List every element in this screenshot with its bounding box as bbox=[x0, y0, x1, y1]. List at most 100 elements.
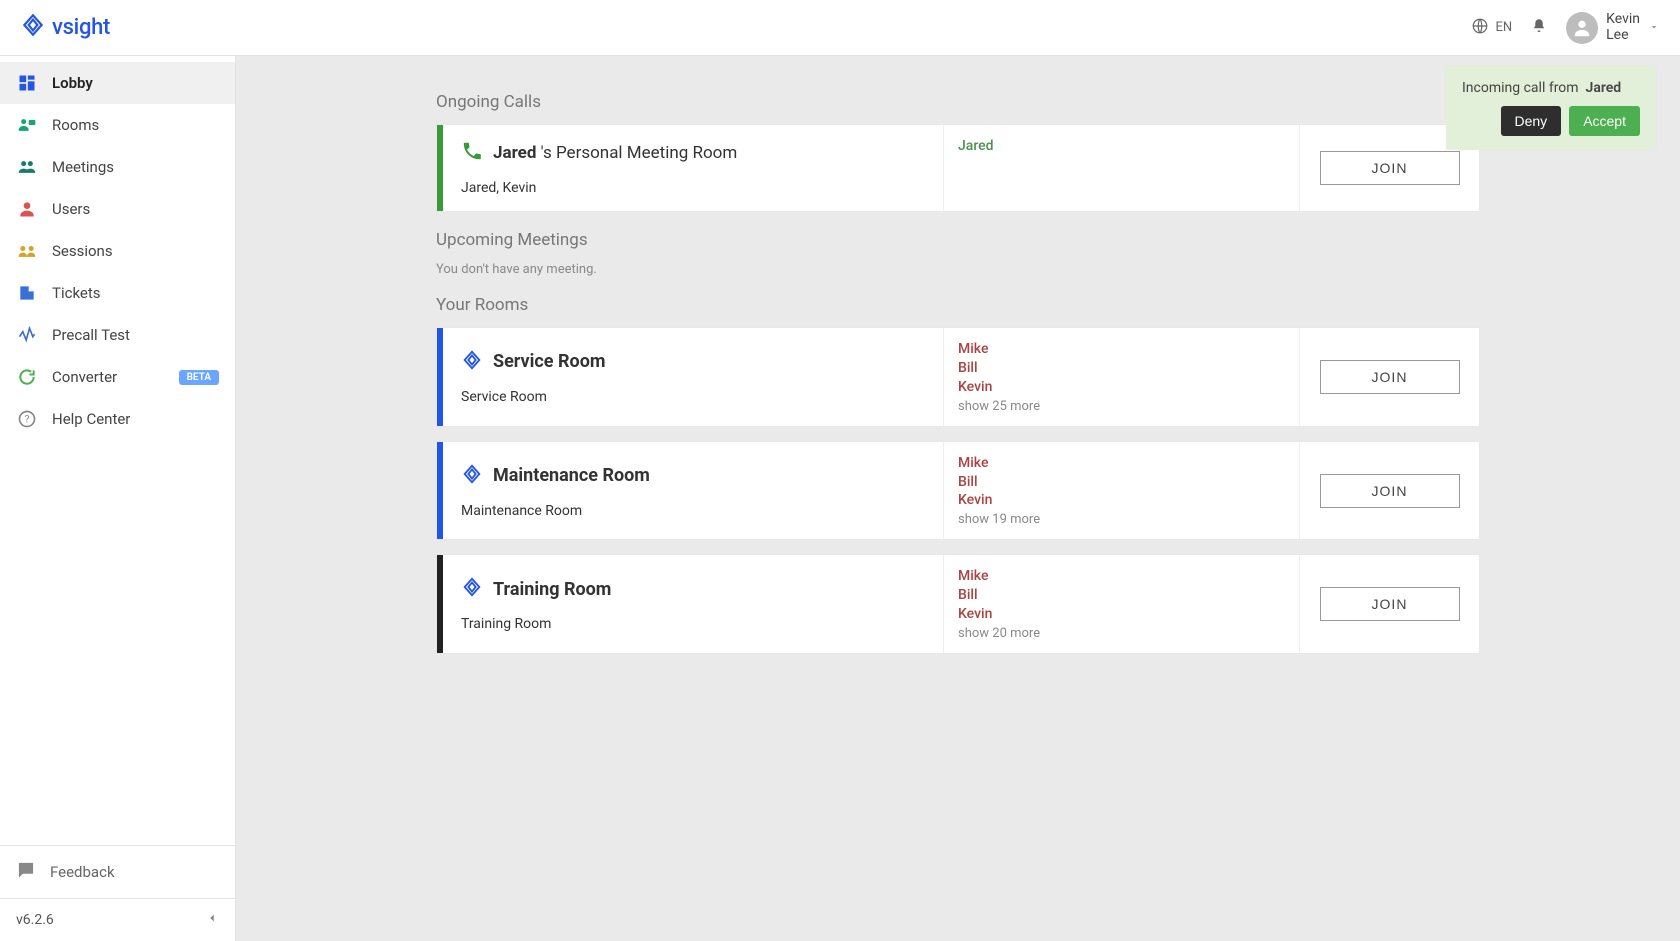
sidebar-nav: Lobby Rooms Meetings Users Sessions Tick… bbox=[0, 56, 235, 440]
user-icon bbox=[16, 198, 38, 220]
upcoming-empty-note: You don't have any meeting. bbox=[436, 262, 1480, 277]
room-name: Maintenance Room bbox=[493, 465, 650, 486]
participant-name: Bill bbox=[958, 473, 1285, 492]
topbar-right: EN Kevin Lee bbox=[1471, 12, 1660, 44]
feedback-icon bbox=[16, 860, 36, 884]
sidebar-item-label: Meetings bbox=[52, 158, 114, 176]
show-more-link[interactable]: show 20 more bbox=[958, 626, 1285, 641]
show-more-link[interactable]: show 25 more bbox=[958, 399, 1285, 414]
card-action-column: JOIN bbox=[1299, 555, 1479, 653]
participant-name: Kevin bbox=[958, 378, 1285, 397]
card-people-column: Jared bbox=[943, 125, 1299, 211]
room-subtitle: Maintenance Room bbox=[461, 503, 925, 519]
section-title-ongoing: Ongoing Calls bbox=[436, 92, 1480, 112]
avatar bbox=[1566, 12, 1598, 44]
sidebar-item-converter[interactable]: Converter BETA bbox=[0, 356, 235, 398]
participant-name: Bill bbox=[958, 586, 1285, 605]
ongoing-title: Jared 's Personal Meeting Room bbox=[493, 143, 737, 163]
section-title-upcoming: Upcoming Meetings bbox=[436, 230, 1480, 250]
dashboard-icon bbox=[16, 72, 38, 94]
room-icon bbox=[16, 114, 38, 136]
participant-name: Mike bbox=[958, 340, 1285, 359]
participant-name: Mike bbox=[958, 567, 1285, 586]
sidebar-item-label: Rooms bbox=[52, 116, 99, 134]
room-subtitle: Training Room bbox=[461, 616, 925, 632]
topbar: vsight EN Kevin Lee bbox=[0, 0, 1680, 56]
participant-name: Kevin bbox=[958, 605, 1285, 624]
card-title-row: Jared 's Personal Meeting Room bbox=[461, 140, 925, 166]
card-people-column: Mike Bill Kevin show 19 more bbox=[943, 442, 1299, 540]
sidebar-item-help[interactable]: ? Help Center bbox=[0, 398, 235, 440]
sidebar-item-label: Tickets bbox=[52, 284, 101, 302]
globe-icon bbox=[1471, 17, 1489, 39]
join-button[interactable]: JOIN bbox=[1320, 474, 1460, 508]
sidebar-item-label: Users bbox=[52, 200, 90, 218]
user-name: Kevin Lee bbox=[1606, 12, 1640, 43]
room-card: Training Room Training Room Mike Bill Ke… bbox=[436, 554, 1480, 654]
sidebar-item-label: Lobby bbox=[52, 74, 93, 92]
show-more-link[interactable]: show 19 more bbox=[958, 512, 1285, 527]
toast-actions: Deny Accept bbox=[1462, 106, 1640, 136]
brand-logo-icon bbox=[20, 12, 46, 44]
user-menu[interactable]: Kevin Lee bbox=[1566, 12, 1660, 44]
sidebar-item-tickets[interactable]: Tickets bbox=[0, 272, 235, 314]
accept-button[interactable]: Accept bbox=[1569, 106, 1640, 136]
sidebar-item-users[interactable]: Users bbox=[0, 188, 235, 230]
svg-text:?: ? bbox=[25, 414, 30, 425]
version-row: v6.2.6 bbox=[0, 898, 235, 941]
chevron-down-icon bbox=[1648, 18, 1660, 37]
notifications-icon[interactable] bbox=[1530, 17, 1548, 39]
sidebar-item-label: Help Center bbox=[52, 410, 130, 428]
room-logo-icon bbox=[461, 349, 483, 375]
join-button[interactable]: JOIN bbox=[1320, 587, 1460, 621]
room-subtitle: Service Room bbox=[461, 389, 925, 405]
sidebar-item-lobby[interactable]: Lobby bbox=[0, 62, 235, 104]
ongoing-subtitle: Jared, Kevin bbox=[461, 180, 925, 196]
card-people-column: Mike Bill Kevin show 20 more bbox=[943, 555, 1299, 653]
beta-badge: BETA bbox=[179, 370, 219, 385]
phone-icon bbox=[461, 140, 483, 166]
sidebar-footer: Feedback v6.2.6 bbox=[0, 845, 235, 941]
language-code: EN bbox=[1495, 20, 1512, 35]
incoming-call-toast: Incoming call from Jared Deny Accept bbox=[1446, 66, 1656, 150]
sidebar-item-label: Feedback bbox=[50, 863, 115, 881]
sidebar: Lobby Rooms Meetings Users Sessions Tick… bbox=[0, 56, 236, 941]
join-button[interactable]: JOIN bbox=[1320, 151, 1460, 185]
language-switcher[interactable]: EN bbox=[1471, 17, 1512, 39]
sidebar-item-meetings[interactable]: Meetings bbox=[0, 146, 235, 188]
version-label: v6.2.6 bbox=[16, 912, 54, 928]
brand-name: vsight bbox=[52, 15, 110, 40]
card-title-column: Service Room Service Room bbox=[443, 328, 943, 426]
deny-button[interactable]: Deny bbox=[1501, 106, 1562, 136]
room-name: Training Room bbox=[493, 579, 611, 600]
sidebar-item-label: Sessions bbox=[52, 242, 113, 260]
participant-name: Kevin bbox=[958, 491, 1285, 510]
toast-text: Incoming call from Jared bbox=[1462, 80, 1640, 96]
sidebar-item-precall[interactable]: Precall Test bbox=[0, 314, 235, 356]
room-logo-icon bbox=[461, 576, 483, 602]
main-content: Ongoing Calls Jared 's Personal Meeting … bbox=[236, 56, 1680, 941]
meetings-icon bbox=[16, 156, 38, 178]
card-action-column: JOIN bbox=[1299, 328, 1479, 426]
sidebar-item-label: Precall Test bbox=[52, 326, 130, 344]
sidebar-item-rooms[interactable]: Rooms bbox=[0, 104, 235, 146]
ongoing-call-card: Jared 's Personal Meeting Room Jared, Ke… bbox=[436, 124, 1480, 212]
room-card: Service Room Service Room Mike Bill Kevi… bbox=[436, 327, 1480, 427]
sidebar-item-feedback[interactable]: Feedback bbox=[0, 846, 235, 898]
sessions-icon bbox=[16, 240, 38, 262]
section-title-rooms: Your Rooms bbox=[436, 295, 1480, 315]
brand[interactable]: vsight bbox=[20, 12, 110, 44]
participant-name: Mike bbox=[958, 454, 1285, 473]
collapse-sidebar-icon[interactable] bbox=[205, 911, 219, 929]
room-logo-icon bbox=[461, 463, 483, 489]
wave-icon bbox=[16, 324, 38, 346]
sidebar-item-sessions[interactable]: Sessions bbox=[0, 230, 235, 272]
join-button[interactable]: JOIN bbox=[1320, 360, 1460, 394]
participant-name: Bill bbox=[958, 359, 1285, 378]
card-title-column: Jared 's Personal Meeting Room Jared, Ke… bbox=[443, 125, 943, 211]
card-title-column: Training Room Training Room bbox=[443, 555, 943, 653]
refresh-icon bbox=[16, 366, 38, 388]
card-people-column: Mike Bill Kevin show 25 more bbox=[943, 328, 1299, 426]
card-action-column: JOIN bbox=[1299, 442, 1479, 540]
room-card: Maintenance Room Maintenance Room Mike B… bbox=[436, 441, 1480, 541]
